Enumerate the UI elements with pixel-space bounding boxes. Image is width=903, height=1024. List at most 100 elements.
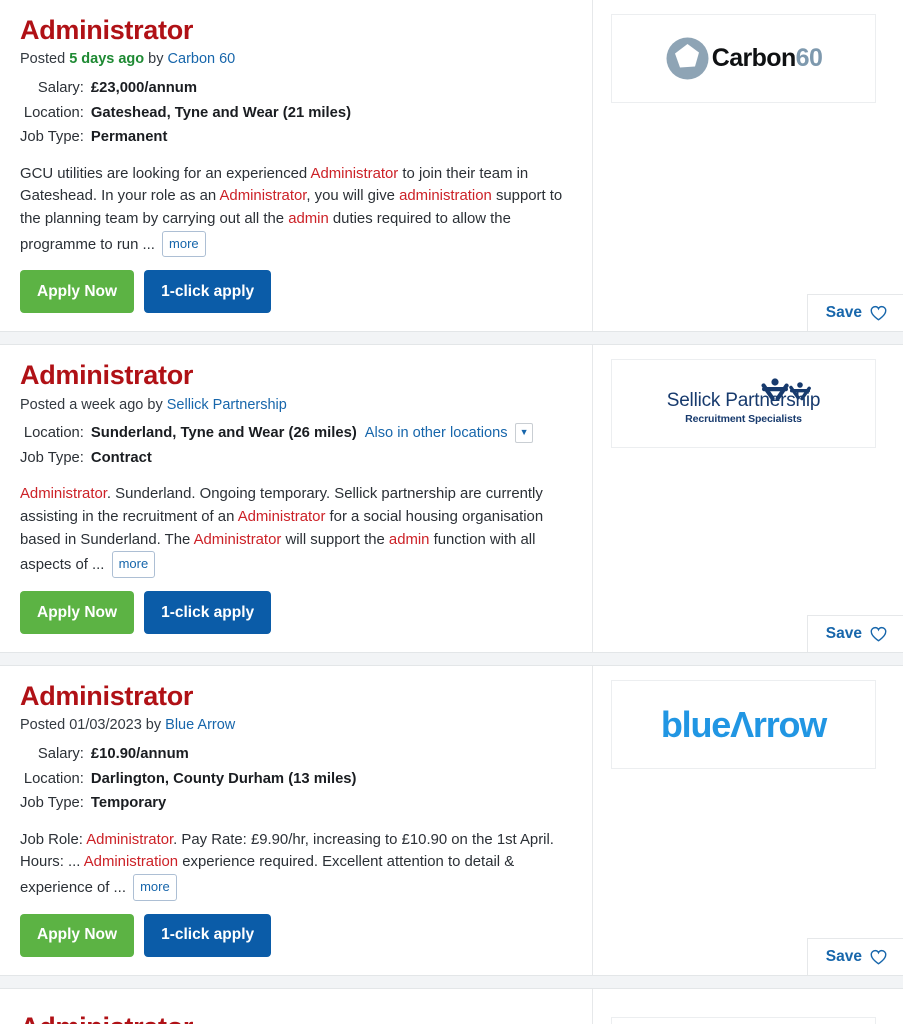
jobtype-value: Temporary xyxy=(90,795,167,812)
also-other-locations-link[interactable]: Also in other locations xyxy=(365,425,508,441)
description-keyword: Administrator xyxy=(86,831,174,848)
job-meta-table: Salary: £23,000/annum Location: Gateshead, … xyxy=(20,78,351,151)
job-meta-row: Job Type: Permanent xyxy=(20,127,351,151)
save-job-button[interactable]: Save xyxy=(806,294,903,332)
salary-label: Salary: xyxy=(37,80,84,97)
recruiter-link[interactable]: Sellick Partnership xyxy=(167,397,287,413)
job-meta-row: Salary: £23,000/annum xyxy=(20,78,351,102)
location-value: Darlington, County Durham (13 miles) xyxy=(90,770,357,787)
jobtype-value: Contract xyxy=(90,449,152,466)
job-meta-row: Location: Sunderland, Tyne and Wear (26 m… xyxy=(20,423,534,447)
heart-icon xyxy=(870,626,887,642)
job-action-buttons: Apply Now 1-click apply xyxy=(20,270,574,331)
save-label: Save xyxy=(825,947,862,965)
recruiter-link[interactable]: Carbon 60 xyxy=(168,51,236,67)
blue-arrow-logo[interactable]: blueΛrrow xyxy=(611,680,876,770)
carbon60-lockup: Carbon60 xyxy=(665,36,823,81)
location-value: Gateshead, Tyne and Wear (21 miles) xyxy=(90,104,352,121)
purple-flame-logo[interactable] xyxy=(611,1016,876,1024)
description-keyword: Administrator xyxy=(237,509,326,526)
one-click-apply-button[interactable]: 1-click apply xyxy=(144,591,272,635)
apply-now-button[interactable]: Apply Now xyxy=(20,270,135,314)
more-button[interactable]: more xyxy=(111,551,156,579)
job-card-side: Sellick Partnership Recruitment Specialis… xyxy=(592,345,903,653)
posted-prefix: Posted xyxy=(20,396,66,413)
job-card: Administrator Posted by Apply Now 1-clic… xyxy=(0,987,903,1024)
posted-date: 5 days ago xyxy=(69,51,145,68)
save-label: Save xyxy=(825,304,862,322)
posted-date: 01/03/2023 xyxy=(69,717,142,734)
job-card-main: Administrator Posted 01/03/2023 by Blue … xyxy=(0,666,592,975)
job-card: Administrator Posted 01/03/2023 by Blue … xyxy=(0,665,903,976)
job-title[interactable]: Administrator xyxy=(20,16,574,45)
more-button[interactable]: more xyxy=(133,873,177,901)
blue-arrow-wordmark: blueΛrrow xyxy=(660,703,827,745)
by-word: by xyxy=(145,717,162,734)
salary-label: Salary: xyxy=(37,746,84,763)
job-title[interactable]: Administrator xyxy=(20,682,574,711)
job-meta-row: Location: Gateshead, Tyne and Wear (21 mi… xyxy=(20,103,351,127)
one-click-apply-button[interactable]: 1-click apply xyxy=(144,913,272,957)
carbon60-mark-icon xyxy=(665,36,710,81)
posted-prefix: Posted xyxy=(20,717,66,734)
sellick-figures-icon xyxy=(756,377,814,408)
apply-now-button[interactable]: Apply Now xyxy=(20,913,135,957)
heart-icon xyxy=(870,306,887,321)
chevron-down-icon[interactable]: ▼ xyxy=(514,423,534,444)
job-posted-line: Posted 01/03/2023 by Blue Arrow xyxy=(20,716,574,735)
description-keyword: Administrator xyxy=(20,486,107,503)
job-description: GCU utilities are looking for an experie… xyxy=(20,163,572,258)
job-meta-table: Location: Sunderland, Tyne and Wear (26 m… xyxy=(20,423,534,472)
description-keyword: administration xyxy=(399,188,492,205)
by-word: by xyxy=(147,396,163,413)
by-word: by xyxy=(148,51,164,68)
description-text: , you will give xyxy=(306,188,400,205)
job-meta-table: Salary: £10.90/annum Location: Darlington, … xyxy=(20,744,356,817)
description-keyword: Administrator xyxy=(193,531,282,548)
job-card-main: Administrator Posted by Apply Now 1-clic… xyxy=(0,989,592,1024)
job-card-side: Carbon60 Save xyxy=(592,0,903,332)
job-action-buttons: Apply Now 1-click apply xyxy=(20,913,574,975)
recruiter-link[interactable]: Blue Arrow xyxy=(165,717,235,733)
save-job-button[interactable]: Save xyxy=(806,937,903,975)
description-text: Job Role: xyxy=(20,831,87,848)
job-meta-row: Job Type: Contract xyxy=(20,448,533,472)
one-click-apply-button[interactable]: 1-click apply xyxy=(144,270,272,314)
carbon60-text-secondary: 60 xyxy=(795,44,823,72)
description-text: will support the xyxy=(281,531,389,548)
posted-date: a week ago xyxy=(69,396,144,413)
location-label: Location: xyxy=(23,104,84,121)
location-value: Sunderland, Tyne and Wear (26 miles) Also… xyxy=(91,423,534,447)
description-text: GCU utilities are looking for an experie… xyxy=(20,165,311,182)
job-description: Administrator. Sunderland. Ongoing tempo… xyxy=(20,483,572,579)
job-results-list: Administrator Posted 5 days ago by Carbo… xyxy=(0,0,903,1024)
location-label: Location: xyxy=(23,425,84,442)
description-keyword: Administrator xyxy=(310,165,399,182)
job-posted-line: Posted 5 days ago by Carbon 60 xyxy=(20,50,574,69)
more-button[interactable]: more xyxy=(162,230,206,258)
description-keyword: admin xyxy=(388,531,430,548)
job-title[interactable]: Administrator xyxy=(20,1012,574,1024)
sellick-partnership-logo[interactable]: Sellick Partnership Recruitment Specialis… xyxy=(611,359,876,449)
job-meta-row: Salary: £10.90/annum xyxy=(20,744,356,768)
apply-now-button[interactable]: Apply Now xyxy=(20,591,135,635)
jobtype-label: Job Type: xyxy=(20,795,84,812)
job-action-buttons: Apply Now 1-click apply xyxy=(20,591,574,652)
jobtype-label: Job Type: xyxy=(20,129,84,146)
job-title[interactable]: Administrator xyxy=(20,361,574,390)
description-keyword: Administrator xyxy=(219,188,307,205)
jobtype-label: Job Type: xyxy=(20,449,84,466)
job-card-main: Administrator Posted 5 days ago by Carbo… xyxy=(0,0,592,331)
heart-icon xyxy=(870,949,887,965)
job-posted-line: Posted a week ago by Sellick Partnership xyxy=(20,396,574,415)
save-label: Save xyxy=(825,625,862,643)
location-label: Location: xyxy=(23,770,84,787)
job-meta-row: Location: Darlington, County Durham (13 m… xyxy=(20,769,357,793)
job-description: Job Role: Administrator. Pay Rate: £9.90… xyxy=(20,829,572,901)
job-card: Administrator Posted a week ago by Selli… xyxy=(0,344,903,654)
sellick-tagline-text: Recruitment Specialists xyxy=(685,412,802,425)
description-keyword: Administration xyxy=(83,854,179,871)
save-job-button[interactable]: Save xyxy=(806,615,903,653)
carbon60-logo[interactable]: Carbon60 xyxy=(611,14,876,103)
salary-value: £10.90/annum xyxy=(90,746,189,763)
